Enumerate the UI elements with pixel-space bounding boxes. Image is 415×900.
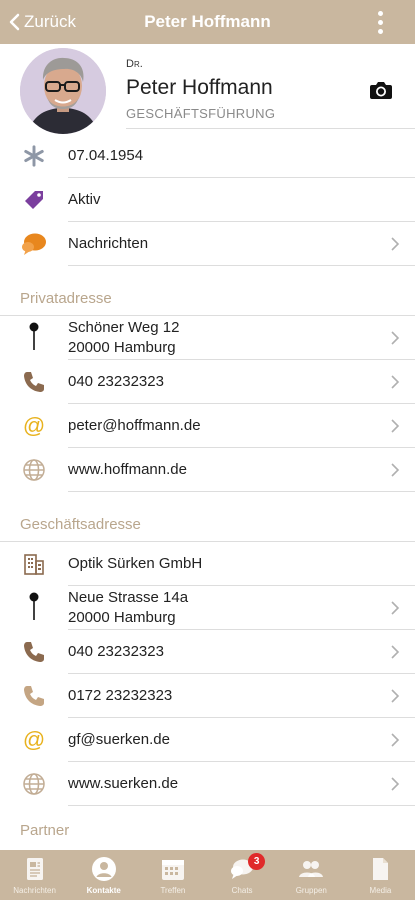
chevron-right-icon xyxy=(391,463,400,477)
private-web-row[interactable]: www.hoffmann.de xyxy=(0,448,415,492)
business-web-row[interactable]: www.suerken.de xyxy=(0,762,415,806)
chevron-right-icon xyxy=(391,777,400,791)
contacts-icon xyxy=(91,857,116,881)
chevron-right-icon xyxy=(391,645,400,659)
birthday-text: 07.04.1954 xyxy=(68,147,144,164)
camera-icon[interactable] xyxy=(369,80,393,100)
tab-label: Chats xyxy=(231,886,253,895)
business-city: 20000 Hamburg xyxy=(68,609,176,626)
back-button-label: Zurück xyxy=(24,12,76,31)
avatar[interactable] xyxy=(20,48,106,134)
tab-kontakte[interactable]: Kontakte xyxy=(69,850,138,900)
private-phone-row[interactable]: 040 23232323 xyxy=(0,360,415,404)
pin-icon xyxy=(20,592,48,620)
business-phone-row[interactable]: 040 23232323 xyxy=(0,630,415,674)
business-web: www.suerken.de xyxy=(68,775,179,792)
business-mobile-row[interactable]: 0172 23232323 xyxy=(0,674,415,718)
phone-icon xyxy=(20,638,48,666)
status-row: Aktiv xyxy=(0,178,415,222)
tab-bar: Nachrichten Kontakte Treffen 3 Chats Gru… xyxy=(0,850,415,900)
private-address-row[interactable]: Schöner Weg 12 20000 Hamburg xyxy=(0,316,415,360)
globe-icon xyxy=(20,456,48,484)
tab-label: Media xyxy=(369,886,392,895)
tab-media[interactable]: Media xyxy=(346,850,415,900)
groups-icon xyxy=(299,861,324,877)
business-street: Neue Strasse 14a xyxy=(68,589,189,606)
tab-gruppen[interactable]: Gruppen xyxy=(277,850,346,900)
business-address-row[interactable]: Neue Strasse 14a 20000 Hamburg xyxy=(0,586,415,630)
calendar-icon xyxy=(161,860,184,880)
tab-label: Nachrichten xyxy=(13,886,56,895)
business-mobile: 0172 23232323 xyxy=(68,687,173,704)
more-menu-button[interactable] xyxy=(363,0,397,44)
phone-icon xyxy=(20,368,48,396)
chat-bubble-icon xyxy=(20,230,48,258)
at-sign-icon: @ xyxy=(22,727,46,752)
messages-text: Nachrichten xyxy=(68,235,149,252)
phone-icon xyxy=(20,682,48,710)
navigation-bar: Zurück Peter Hoffmann xyxy=(0,0,415,44)
globe-icon xyxy=(20,770,48,798)
tab-treffen[interactable]: Treffen xyxy=(138,850,207,900)
asterisk-icon xyxy=(20,142,48,170)
tag-icon xyxy=(20,186,48,214)
building-icon xyxy=(20,550,48,578)
tab-label: Gruppen xyxy=(295,886,327,895)
more-vertical-icon xyxy=(377,10,383,16)
company-name: Optik Sürken GmbH xyxy=(68,555,203,572)
tab-label: Treffen xyxy=(160,886,186,895)
chevron-right-icon xyxy=(391,331,400,345)
document-icon xyxy=(373,858,389,880)
name-prefix: Dr. xyxy=(126,58,143,70)
chevron-right-icon xyxy=(391,689,400,703)
company-row: Optik Sürken GmbH xyxy=(0,542,415,586)
newspaper-icon xyxy=(26,858,43,880)
private-web: www.hoffmann.de xyxy=(68,461,187,478)
private-street: Schöner Weg 12 xyxy=(68,319,180,336)
section-business-address: Geschäftsadresse xyxy=(20,516,141,533)
messages-row[interactable]: Nachrichten xyxy=(0,222,415,266)
contact-role: GESCHÄFTSFÜHRUNG xyxy=(126,106,276,121)
status-text: Aktiv xyxy=(68,191,101,208)
contact-name: Peter Hoffmann xyxy=(126,76,273,99)
pin-icon xyxy=(20,322,48,350)
tab-nachrichten[interactable]: Nachrichten xyxy=(0,850,69,900)
unread-badge: 3 xyxy=(248,853,266,870)
private-city: 20000 Hamburg xyxy=(68,339,176,356)
chevron-right-icon xyxy=(391,419,400,433)
back-button[interactable]: Zurück xyxy=(8,0,76,44)
business-email-row[interactable]: @ gf@suerken.de xyxy=(0,718,415,762)
private-email: peter@hoffmann.de xyxy=(68,417,201,434)
section-private-address: Privatadresse xyxy=(20,290,112,307)
private-phone: 040 23232323 xyxy=(68,373,164,390)
at-sign-icon: @ xyxy=(22,413,46,438)
tab-chats[interactable]: 3 Chats xyxy=(208,850,277,900)
birthday-row: 07.04.1954 xyxy=(0,134,415,178)
chevron-right-icon xyxy=(391,237,400,251)
private-email-row[interactable]: @ peter@hoffmann.de xyxy=(0,404,415,448)
divider xyxy=(126,128,415,129)
section-partner: Partner xyxy=(20,822,70,839)
chevron-left-icon xyxy=(9,13,20,31)
chevron-right-icon xyxy=(391,733,400,747)
chevron-right-icon xyxy=(391,601,400,615)
business-email: gf@suerken.de xyxy=(68,731,170,748)
tab-label: Kontakte xyxy=(86,886,121,895)
profile-header: Dr. Peter Hoffmann GESCHÄFTSFÜHRUNG xyxy=(0,44,415,134)
person-photo xyxy=(20,48,106,134)
chevron-right-icon xyxy=(391,375,400,389)
business-phone: 040 23232323 xyxy=(68,643,164,660)
